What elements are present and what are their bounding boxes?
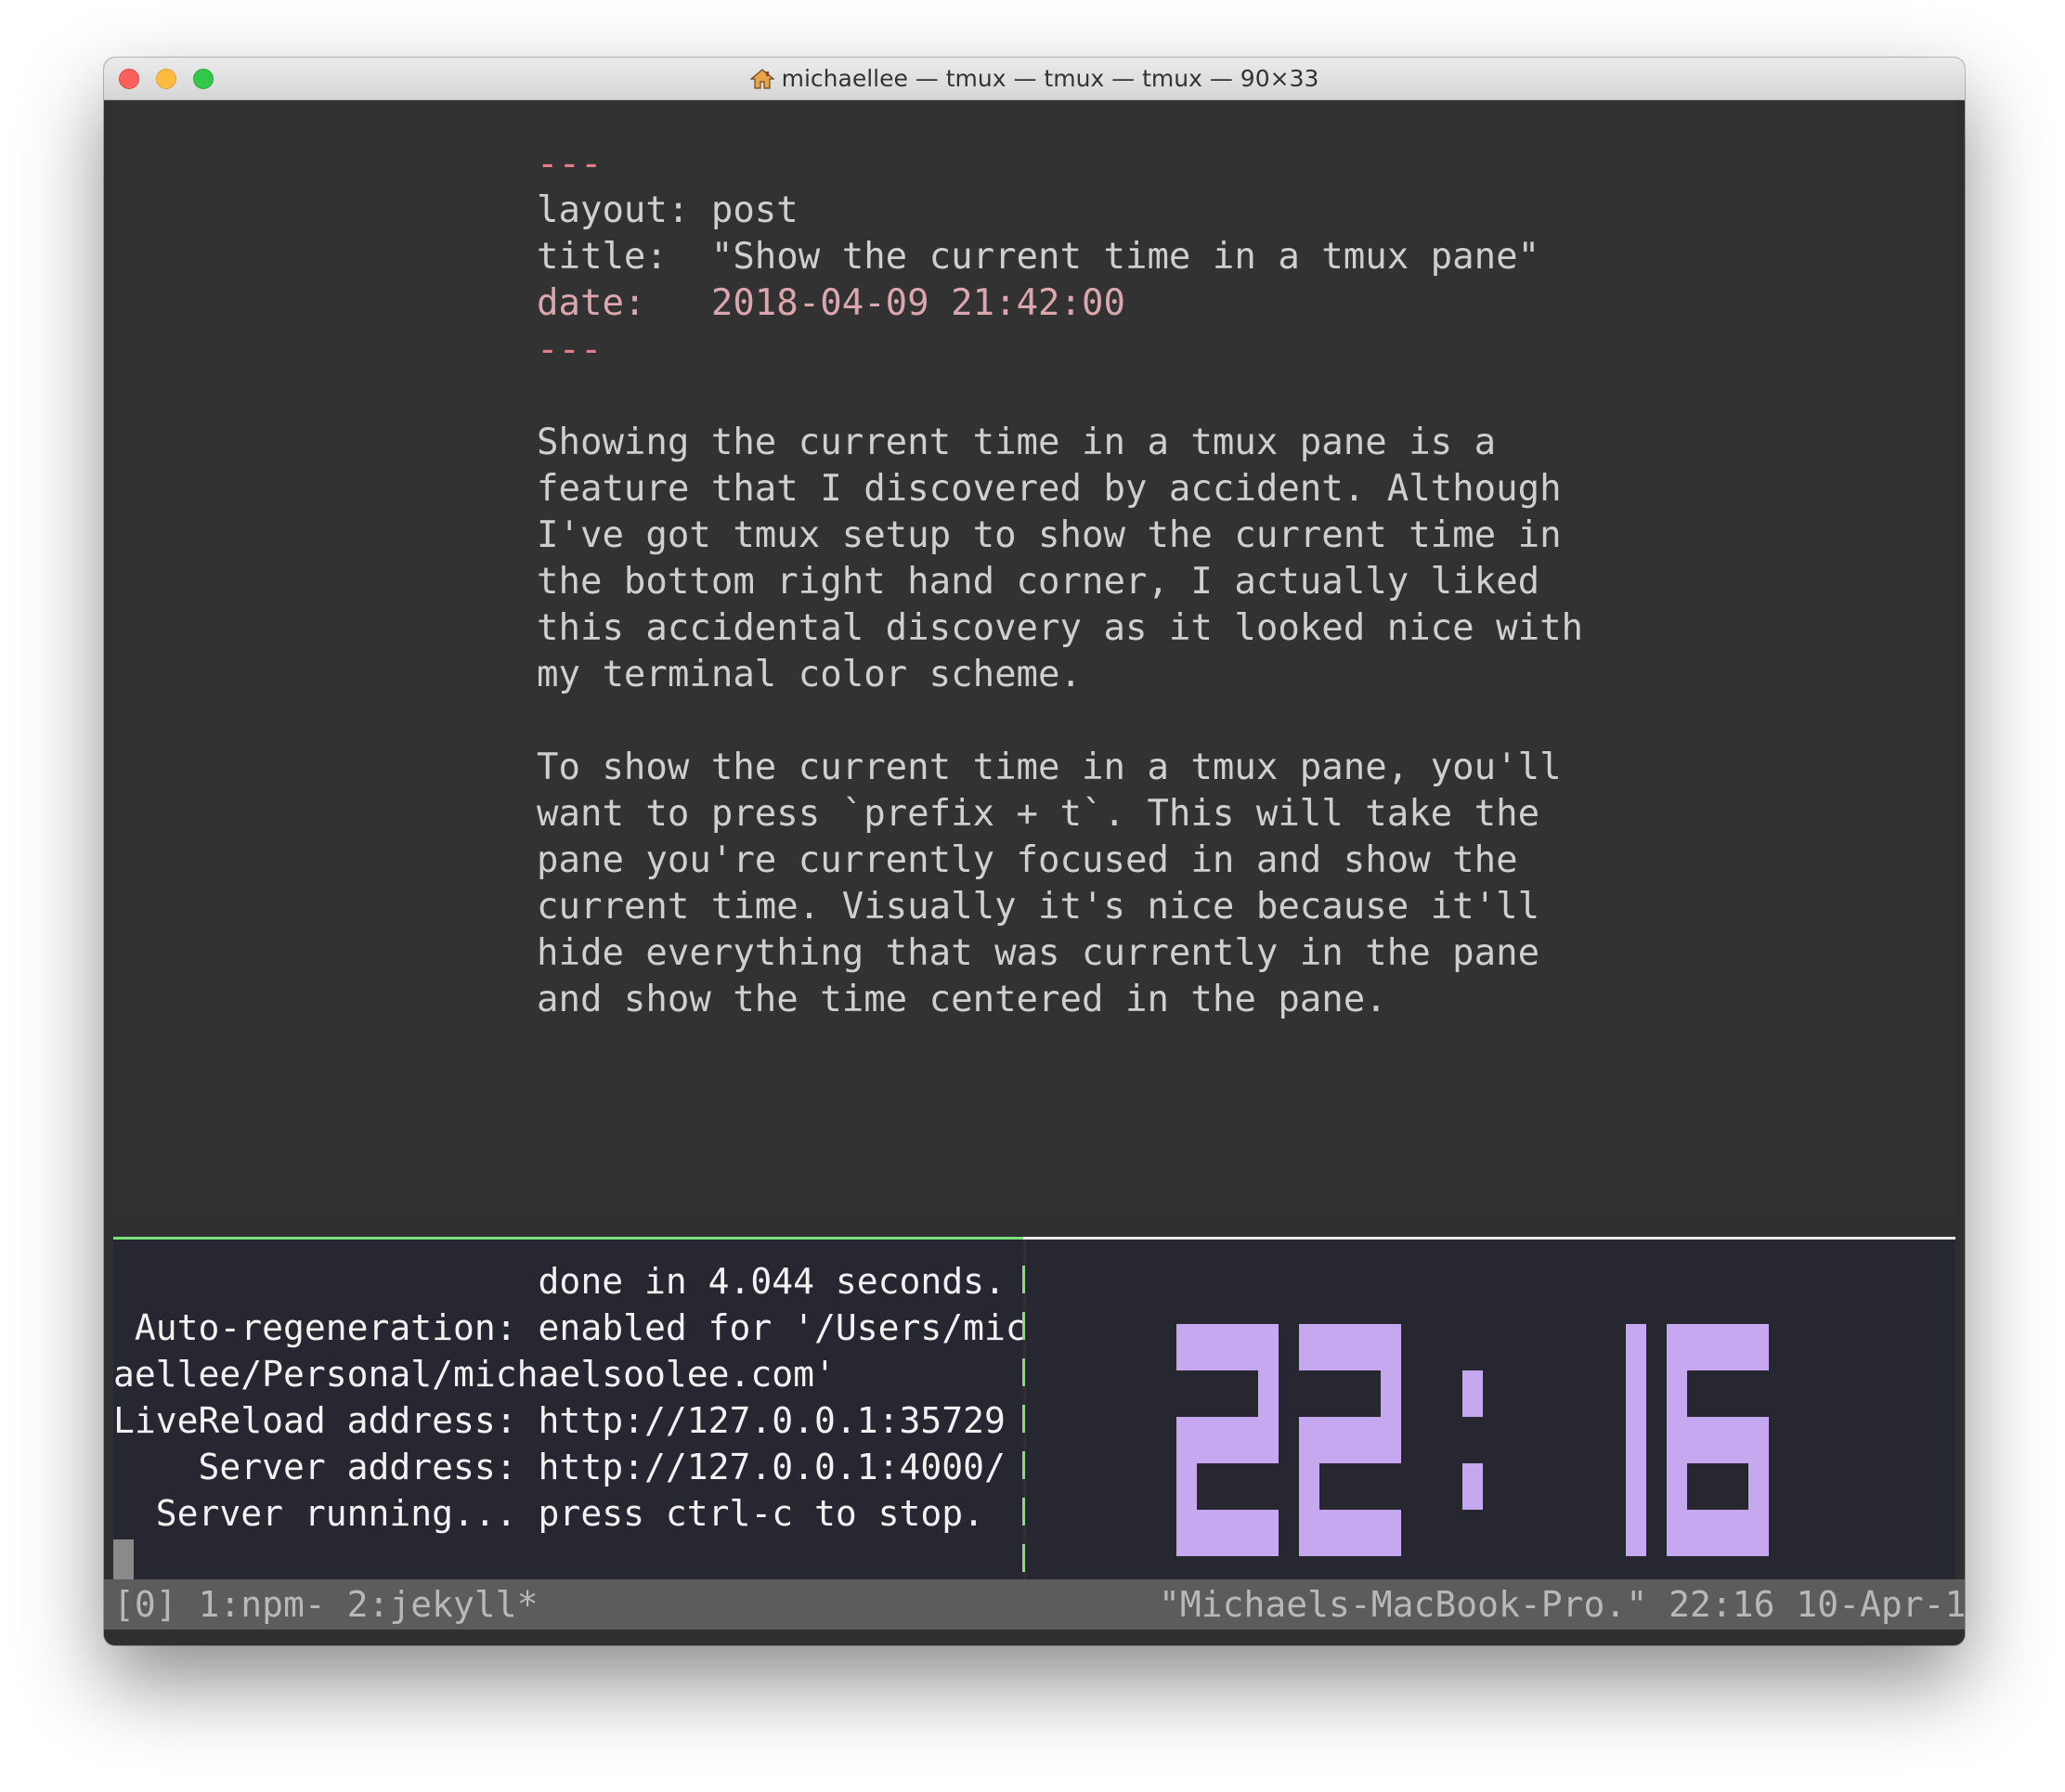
terminal-content[interactable]: --- layout: post title: "Show the curren… — [104, 100, 1965, 1645]
clock-block — [1667, 1324, 1687, 1370]
clock-block — [1319, 1510, 1340, 1556]
clock-block — [1299, 1417, 1319, 1463]
editor-line: feature that I discovered by accident. A… — [537, 468, 1562, 510]
editor-line: title: "Show the current time in a tmux … — [537, 236, 1540, 278]
clock-block — [1728, 1324, 1748, 1370]
clock-block — [1360, 1324, 1381, 1370]
clock-block — [1626, 1463, 1646, 1510]
editor-line: To show the current time in a tmux pane,… — [537, 747, 1562, 788]
clock-block — [1626, 1324, 1646, 1370]
clock-block — [1381, 1370, 1401, 1417]
clock-block — [1381, 1324, 1401, 1370]
clock-block — [1687, 1417, 1708, 1463]
clock-block — [1258, 1417, 1279, 1463]
clock-block — [1667, 1463, 1687, 1510]
clock-block — [1340, 1417, 1360, 1463]
title-bar[interactable]: michaellee — tmux — tmux — tmux — 90×33 — [104, 58, 1965, 100]
clock-block — [1217, 1324, 1238, 1370]
vim-pane[interactable]: --- layout: post title: "Show the curren… — [113, 100, 1955, 1214]
clock-block — [1176, 1510, 1197, 1556]
clock-block — [1748, 1324, 1769, 1370]
terminal-window: michaellee — tmux — tmux — tmux — 90×33 … — [104, 58, 1965, 1645]
editor-line: Showing the current time in a tmux pane … — [537, 422, 1497, 463]
jekyll-output-line: Server running... press ctrl-c to stop. — [113, 1493, 984, 1534]
clock-block — [1217, 1417, 1238, 1463]
clock-block — [1258, 1324, 1279, 1370]
clock-block — [1687, 1324, 1708, 1370]
editor-line: want to press `prefix + t`. This will ta… — [537, 793, 1540, 835]
clock-block — [1340, 1324, 1360, 1370]
clock-block — [1360, 1417, 1381, 1463]
editor-line: pane you're currently focused in and sho… — [537, 839, 1518, 881]
clock-block — [1299, 1324, 1319, 1370]
clock-block — [1176, 1463, 1197, 1510]
jekyll-output-line: Auto-regeneration: enabled for '/Users/m… — [113, 1307, 1048, 1348]
clock-block — [1728, 1417, 1748, 1463]
clock-block — [1258, 1370, 1279, 1417]
editor-line: and show the time centered in the pane. — [537, 979, 1387, 1020]
editor-line-date: date: 2018-04-09 21:42:00 — [537, 280, 1125, 327]
clock-block — [1381, 1510, 1401, 1556]
editor-line: --- — [537, 143, 603, 185]
editor-line: this accidental discovery as it looked n… — [537, 607, 1584, 649]
jekyll-output-line: aellee/Personal/michaelsoolee.com' — [113, 1354, 836, 1395]
clock-block — [1748, 1510, 1769, 1556]
clock-block — [1360, 1510, 1381, 1556]
editor-line: layout: post — [537, 189, 799, 231]
status-windows[interactable]: [0] 1:npm- 2:jekyll* — [113, 1579, 539, 1630]
clock-block — [1667, 1417, 1687, 1463]
clock-block — [1258, 1510, 1279, 1556]
clock-block — [1299, 1463, 1319, 1510]
editor-line: my terminal color scheme. — [537, 654, 1082, 695]
clock-block — [1381, 1417, 1401, 1463]
editor-line: I've got tmux setup to show the current … — [537, 514, 1562, 556]
clock-block — [1626, 1417, 1646, 1463]
clock-block — [1340, 1510, 1360, 1556]
clock-block — [1708, 1510, 1728, 1556]
clock-block — [1197, 1510, 1217, 1556]
clock-block — [1667, 1510, 1687, 1556]
clock-block — [1626, 1510, 1646, 1556]
clock-block — [1319, 1417, 1340, 1463]
clock-block — [1667, 1370, 1687, 1417]
clock-block — [1238, 1510, 1258, 1556]
date-value: 2018-04-09 21:42:00 — [710, 282, 1125, 324]
clock-block — [1299, 1510, 1319, 1556]
clock-block — [1176, 1324, 1197, 1370]
clock-block — [1238, 1417, 1258, 1463]
clock-block — [1626, 1370, 1646, 1417]
clock-block — [1728, 1510, 1748, 1556]
clock-block — [1708, 1324, 1728, 1370]
status-host-time: "Michaels-MacBook-Pro." 22:16 10-Apr-18 — [1159, 1584, 1965, 1625]
editor-line: current time. Visually it's nice because… — [537, 886, 1540, 928]
clock-block — [1238, 1324, 1258, 1370]
editor-line: --- — [537, 329, 603, 370]
window-title-text: michaellee — tmux — tmux — tmux — 90×33 — [781, 65, 1319, 92]
clock-block — [1708, 1417, 1728, 1463]
clock-block — [1319, 1324, 1340, 1370]
tmux-status-bar: [0] 1:npm- 2:jekyll* "Michaels-MacBook-P… — [104, 1579, 1965, 1630]
terminal-cursor — [113, 1539, 134, 1580]
clock-block — [1687, 1510, 1708, 1556]
clock-block — [1462, 1463, 1483, 1510]
clock-block — [1748, 1463, 1769, 1510]
jekyll-output-line: done in 4.044 seconds. — [113, 1261, 1006, 1302]
clock-block — [1197, 1324, 1217, 1370]
clock-block — [1462, 1370, 1483, 1417]
clock-block — [1748, 1417, 1769, 1463]
jekyll-output-line: LiveReload address: http://127.0.0.1:357… — [113, 1400, 1006, 1441]
jekyll-output-line: Server address: http://127.0.0.1:4000/ — [113, 1447, 1006, 1487]
clock-block — [1217, 1510, 1238, 1556]
jekyll-pane[interactable]: done in 4.044 seconds. Auto-regeneration… — [113, 1240, 1048, 1579]
clock-block — [1197, 1417, 1217, 1463]
clock-display — [1176, 1324, 1769, 1556]
editor-line: hide everything that was currently in th… — [537, 932, 1540, 974]
editor-line: the bottom right hand corner, I actually… — [537, 561, 1540, 603]
date-key: date: — [537, 282, 711, 324]
window-title: michaellee — tmux — tmux — tmux — 90×33 — [104, 58, 1965, 100]
home-icon — [749, 69, 774, 89]
clock-block — [1176, 1417, 1197, 1463]
